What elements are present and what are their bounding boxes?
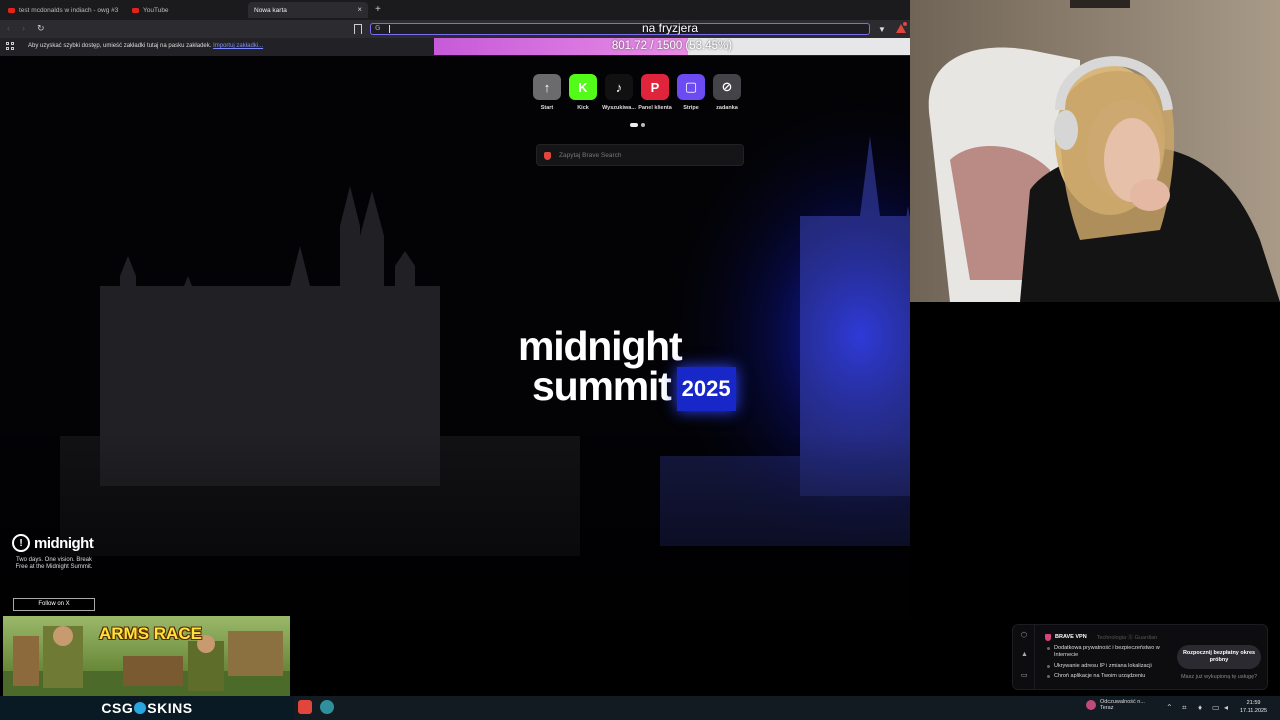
new-tab-button[interactable]: + <box>375 4 381 15</box>
brave-vpn-popup: ⬡ ▲ ▭ BRAVE VPN Technologia ⓖ Guardian D… <box>1012 624 1268 690</box>
shield-icon[interactable]: ⬡ <box>1021 631 1027 639</box>
vpn-side-icons: ⬡ ▲ ▭ <box>1013 625 1035 689</box>
sponsor-block: ! midnight Two days. One vision. Break F… <box>12 534 96 571</box>
vpn-feature: Chroń aplikacje na Twoim urządzeniu <box>1047 673 1167 680</box>
goal-progress-bar: 801.72 / 1500 (53.45%) <box>434 38 910 55</box>
youtube-icon <box>8 7 15 13</box>
top-site-label: Start <box>540 105 554 111</box>
bookmarks-message: Aby uzyskać szybki dostęp, umieść zakład… <box>28 43 264 49</box>
google-icon: G <box>375 25 381 32</box>
sponsor-tagline: Two days. One vision. Break Free at the … <box>15 557 93 570</box>
apps-grid-icon[interactable] <box>6 42 14 50</box>
new-tab-page: ↑ Start K Kick ♪ Wyszukiwa... P Panel klienta ▢ S… <box>0 56 910 696</box>
top-site-label: Kick <box>577 105 589 111</box>
top-site-label: Stripe <box>683 105 699 111</box>
ad-title: ARMS RACE <box>99 624 202 643</box>
tab-label: Nowa karta <box>254 6 287 14</box>
zadanka-icon: ⊘ <box>713 74 741 100</box>
tiktok-icon: ♪ <box>605 74 633 100</box>
brave-lion-icon <box>544 152 551 160</box>
back-icon[interactable]: ‹ <box>7 23 10 33</box>
forward-icon[interactable]: › <box>22 23 25 33</box>
display-icon[interactable]: ▭ <box>1212 703 1220 712</box>
microphone-icon[interactable]: ♦ <box>1198 703 1202 712</box>
kick-icon: K <box>569 74 597 100</box>
headline-line1: midnight <box>518 323 683 369</box>
search-placeholder: Zapytaj Brave Search <box>559 152 622 159</box>
close-icon[interactable]: × <box>357 5 362 14</box>
system-clock[interactable]: 21:59 17.11.2025 <box>1240 699 1267 715</box>
top-site-stripe[interactable]: ▢ Stripe <box>677 74 705 111</box>
tab-mcdonalds[interactable]: test mcdonalds w indiach - owg #3 <box>2 2 122 18</box>
chevron-up-icon[interactable]: ⌃ <box>1166 703 1173 712</box>
start-icon: ↑ <box>533 74 561 100</box>
brave-taskbar-icon[interactable] <box>298 700 312 714</box>
tab-label: test mcdonalds w indiach - owg #3 <box>19 6 119 14</box>
sponsor-name: midnight <box>34 534 94 552</box>
top-site-label: Wyszukiwa... <box>602 105 636 111</box>
device-icon[interactable]: ▭ <box>1021 671 1028 679</box>
top-site-start[interactable]: ↑ Start <box>533 74 561 111</box>
top-site-kick[interactable]: K Kick <box>569 74 597 111</box>
vpn-tech: Technologia ⓖ Guardian <box>1096 635 1158 641</box>
network-icon[interactable]: ⌗ <box>1182 703 1187 713</box>
stripe-icon: ▢ <box>677 74 705 100</box>
edge-taskbar-icon[interactable] <box>320 700 334 714</box>
midnight-logo-icon: ! <box>12 534 30 552</box>
youtube-icon <box>132 7 139 13</box>
csgoskins-logo: CSG SKINS <box>0 696 294 720</box>
weather-notification[interactable]: Odczuwalność n... Teraz <box>1086 699 1145 711</box>
panel-icon: P <box>641 74 669 100</box>
vpn-feature: Ukrywanie adresu IP i zmiana lokalizacji <box>1047 663 1167 670</box>
top-site-zadanka[interactable]: ⊘ zadanka <box>713 74 741 111</box>
vpn-brand: BRAVE VPN <box>1055 634 1087 640</box>
follow-on-x-button[interactable]: Follow on X <box>13 598 95 611</box>
vpn-trial-button[interactable]: Rozpocznij bezpłatny okres próbny <box>1177 645 1261 669</box>
notification-icon <box>1086 700 1096 710</box>
brave-search-box[interactable]: Zapytaj Brave Search <box>536 144 744 166</box>
top-site-label: Panel klienta <box>638 105 672 111</box>
tab-bar: test mcdonalds w indiach - owg #3 YouTub… <box>0 0 910 20</box>
sponsor-logo[interactable]: ! midnight <box>12 534 96 552</box>
bookmark-icon[interactable] <box>354 24 362 34</box>
arms-race-ad-banner[interactable]: ARMS RACE <box>3 616 290 696</box>
goal-progress-text: 801.72 / 1500 (53.45%) <box>611 40 733 52</box>
warning-icon[interactable]: ▲ <box>1021 651 1028 658</box>
tab-youtube[interactable]: YouTube <box>126 2 246 18</box>
year-badge: 2025 <box>676 367 736 412</box>
speaker-icon[interactable]: ◂ <box>1224 703 1228 712</box>
cathedral-background-image <box>0 56 910 696</box>
sponsored-headline: midnight summit 2025 <box>518 323 736 412</box>
top-sites: ↑ Start K Kick ♪ Wyszukiwa... P Panel klienta ▢ S… <box>533 74 741 111</box>
text-caret <box>389 25 390 33</box>
reload-icon[interactable]: ↻ <box>37 23 45 34</box>
brave-vpn-icon <box>1045 633 1051 641</box>
top-sites-pager[interactable] <box>630 123 645 127</box>
taskbar: CSG SKINS Odczuwalność n... Teraz ⌃ ⌗ ♦ ▭… <box>0 696 1280 720</box>
webcam-feed <box>910 0 1280 302</box>
import-bookmarks-link[interactable]: Importuj zakładki... <box>213 43 263 49</box>
tab-label: YouTube <box>143 6 169 14</box>
tab-new-tab[interactable]: Nowa karta × <box>248 2 368 18</box>
vpn-already-subscribed-link[interactable]: Masz już wykupioną tę usługę? <box>1177 674 1261 680</box>
top-site-panel-klienta[interactable]: P Panel klienta <box>638 74 672 111</box>
top-site-label: zadanka <box>716 105 738 111</box>
webcam-image <box>910 0 1280 302</box>
headline-line2: summit 2025 <box>532 366 736 412</box>
vpn-header: BRAVE VPN Technologia ⓖ Guardian <box>1045 633 1157 641</box>
goal-title: na fryzjera <box>641 21 699 35</box>
vpn-feature: Dodatkowa prywatność i bezpieczeństwo w … <box>1047 645 1167 658</box>
top-site-wyszukiwa[interactable]: ♪ Wyszukiwa... <box>602 74 636 111</box>
